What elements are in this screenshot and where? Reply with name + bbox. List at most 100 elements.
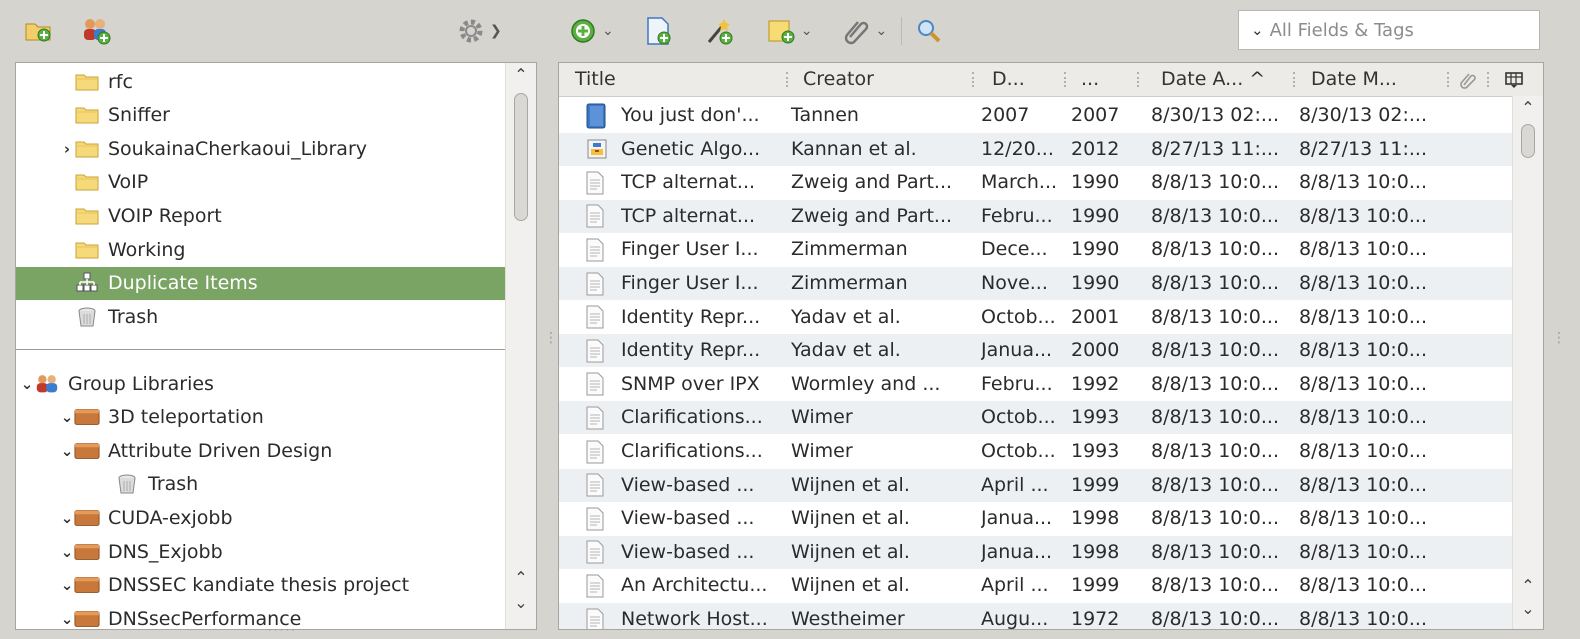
new-note-menu-button[interactable]: ⌄: [766, 11, 812, 51]
trash-icon: [74, 306, 100, 328]
column-separator[interactable]: [1137, 72, 1141, 87]
pane-splitter[interactable]: ⋮: [544, 330, 558, 346]
tree-item-dns-exjobb[interactable]: ⌄ DNS_Exjobb: [16, 535, 506, 568]
collections-scrollbar[interactable]: ⌃ ⌃ ⌄: [505, 63, 536, 629]
table-row[interactable]: You just don'... Tannen 2007 2007 8/30/13 02…: [559, 99, 1513, 132]
bottom-splitter[interactable]: ·····: [268, 623, 297, 637]
tree-item-trash[interactable]: Trash: [16, 468, 506, 501]
tree-item-dnssec-kandiate-thesis-project[interactable]: ⌄ DNSSEC kandiate thesis project: [16, 569, 506, 602]
note-icon: [768, 20, 795, 44]
table-row[interactable]: View-based ... Wijnen et al. Janua... 1998 8…: [559, 502, 1513, 535]
expanded-twisty-icon[interactable]: ⌄: [60, 543, 74, 561]
attachment-button[interactable]: ⌄: [842, 11, 887, 51]
cell-added: 8/27/13 11:...: [1151, 137, 1279, 160]
scroll-up-arrow-icon[interactable]: ⌃: [1513, 98, 1543, 117]
new-item-button[interactable]: ⌄: [569, 11, 614, 51]
tree-item-attribute-driven-design[interactable]: ⌄ Attribute Driven Design: [16, 434, 506, 467]
tree-item-sniffer[interactable]: Sniffer: [16, 99, 506, 132]
tree-item-voip[interactable]: VoIP: [16, 166, 506, 199]
scroll-up-arrow-icon[interactable]: ⌃: [506, 65, 536, 84]
table-row[interactable]: Identity Repr... Yadav et al. Octob... 2001…: [559, 301, 1513, 334]
column-header-creator[interactable]: Creator: [803, 63, 874, 96]
library-icon: [74, 507, 100, 529]
cell-modified: 8/8/13 10:0...: [1299, 372, 1427, 395]
cell-title: SNMP over IPX: [621, 372, 760, 395]
report-icon: [585, 334, 613, 367]
report-icon: [585, 603, 613, 629]
items-scrollbar[interactable]: ⌃ ⌃ ⌄: [1512, 96, 1543, 629]
tree-item-duplicate-items[interactable]: Duplicate Items: [16, 266, 506, 300]
column-separator[interactable]: [972, 72, 976, 87]
tree-item-3d-teleportation[interactable]: ⌄ 3D teleportation: [16, 401, 506, 434]
search-mode-chevron-icon[interactable]: ⌄: [1251, 21, 1264, 39]
cell-year: 1990: [1071, 272, 1120, 294]
table-row[interactable]: SNMP over IPX Wormley and ... Febru... 1992…: [559, 368, 1513, 401]
column-separator[interactable]: [1064, 72, 1068, 87]
new-note-button[interactable]: [644, 11, 672, 51]
search-placeholder: All Fields & Tags: [1269, 19, 1414, 41]
table-row[interactable]: Network Host... Westheimer Augu... 1972 8/8/…: [559, 603, 1513, 630]
search-field[interactable]: ⌄ All Fields & Tags: [1238, 10, 1540, 50]
column-separator[interactable]: [1293, 72, 1297, 87]
cell-title: View-based ...: [621, 473, 755, 496]
collapsed-twisty-icon[interactable]: ›: [60, 140, 74, 158]
column-header-date-modified[interactable]: Date M...: [1311, 63, 1397, 96]
scroll-thumb[interactable]: [1521, 124, 1535, 158]
tree-item-soukainacherkaoui-library[interactable]: › SoukainaCherkaoui_Library: [16, 132, 506, 165]
cell-year: 1998: [1071, 507, 1120, 530]
expanded-twisty-icon[interactable]: ⌄: [20, 375, 34, 393]
column-separator[interactable]: [1447, 72, 1451, 87]
cell-year: 1992: [1071, 372, 1120, 395]
add-by-identifier-button[interactable]: [704, 11, 734, 51]
scroll-thumb[interactable]: [514, 93, 528, 221]
table-row[interactable]: View-based ... Wijnen et al. April ... 1999…: [559, 468, 1513, 502]
scroll-down-arrow-icon[interactable]: ⌄: [506, 593, 536, 612]
collection-actions-button[interactable]: ❯: [457, 11, 502, 51]
tree-item-label: rfc: [108, 70, 133, 93]
tree-item-group-libraries[interactable]: ⌄ Group Libraries: [16, 367, 506, 400]
table-row[interactable]: Identity Repr... Yadav et al. Janua... 2000…: [559, 334, 1513, 368]
table-row[interactable]: Clarifications... Wimer Octob... 1993 8/8/13…: [559, 435, 1513, 468]
expanded-twisty-icon[interactable]: ⌄: [60, 442, 74, 460]
column-header-date[interactable]: D...: [992, 63, 1025, 96]
column-separator[interactable]: [1487, 72, 1491, 87]
tree-item-dnssecperformance[interactable]: ⌄ DNSsecPerformance: [16, 602, 506, 629]
chevron-down-icon: ⌄: [875, 23, 888, 39]
column-header-year[interactable]: ...: [1081, 63, 1099, 96]
column-picker-button[interactable]: [1505, 63, 1523, 96]
table-row[interactable]: Genetic Algo... Kannan et al. 12/20... 2012…: [559, 132, 1513, 166]
table-row[interactable]: TCP alternat... Zweig and Part... Febru...…: [559, 199, 1513, 233]
scroll-up-arrow-icon[interactable]: ⌃: [506, 568, 536, 587]
duplicate-items-icon: [74, 272, 100, 294]
expanded-twisty-icon[interactable]: ⌄: [60, 509, 74, 527]
tree-item-label: 3D teleportation: [108, 406, 264, 429]
expanded-twisty-icon[interactable]: ⌄: [60, 610, 74, 628]
table-row[interactable]: Clarifications... Wimer Octob... 1993 8/8/13…: [559, 401, 1513, 435]
table-row[interactable]: View-based ... Wijnen et al. Janua... 1998 8…: [559, 535, 1513, 569]
scroll-up-arrow-icon[interactable]: ⌃: [1513, 576, 1543, 595]
tree-item-voip-report[interactable]: VOIP Report: [16, 199, 506, 232]
cell-year: 1990: [1071, 204, 1120, 227]
advanced-search-button[interactable]: [916, 11, 942, 51]
column-header-title[interactable]: Title: [575, 63, 616, 96]
table-row[interactable]: Finger User I... Zimmerman Nove... 1990 8/8/…: [559, 267, 1513, 300]
expanded-twisty-icon[interactable]: ⌄: [60, 576, 74, 594]
table-row[interactable]: Finger User I... Zimmerman Dece... 1990 8/8/…: [559, 233, 1513, 266]
column-header-date-added[interactable]: Date A... ^: [1161, 63, 1265, 96]
expanded-twisty-icon[interactable]: ⌄: [60, 408, 74, 426]
cell-title: Identity Repr...: [621, 305, 761, 328]
new-group-button[interactable]: [80, 11, 112, 51]
table-row[interactable]: An Architectu... Wijnen et al. April ... 19…: [559, 569, 1513, 602]
tree-item-working[interactable]: Working: [16, 233, 506, 266]
tree-item-cuda-exjobb[interactable]: ⌄ CUDA-exjobb: [16, 501, 506, 534]
tree-item-rfc[interactable]: rfc: [16, 65, 506, 98]
new-collection-button[interactable]: [24, 11, 54, 51]
pane-splitter-right[interactable]: ⋮: [1552, 330, 1566, 346]
table-row[interactable]: TCP alternat... Zweig and Part... March...…: [559, 166, 1513, 199]
scroll-down-arrow-icon[interactable]: ⌄: [1513, 599, 1543, 618]
column-separator[interactable]: [786, 72, 790, 87]
cell-date: Augu...: [981, 608, 1049, 630]
library-icon: [74, 574, 100, 596]
column-header-attachments[interactable]: [1459, 63, 1477, 96]
tree-item-trash[interactable]: Trash: [16, 300, 506, 333]
